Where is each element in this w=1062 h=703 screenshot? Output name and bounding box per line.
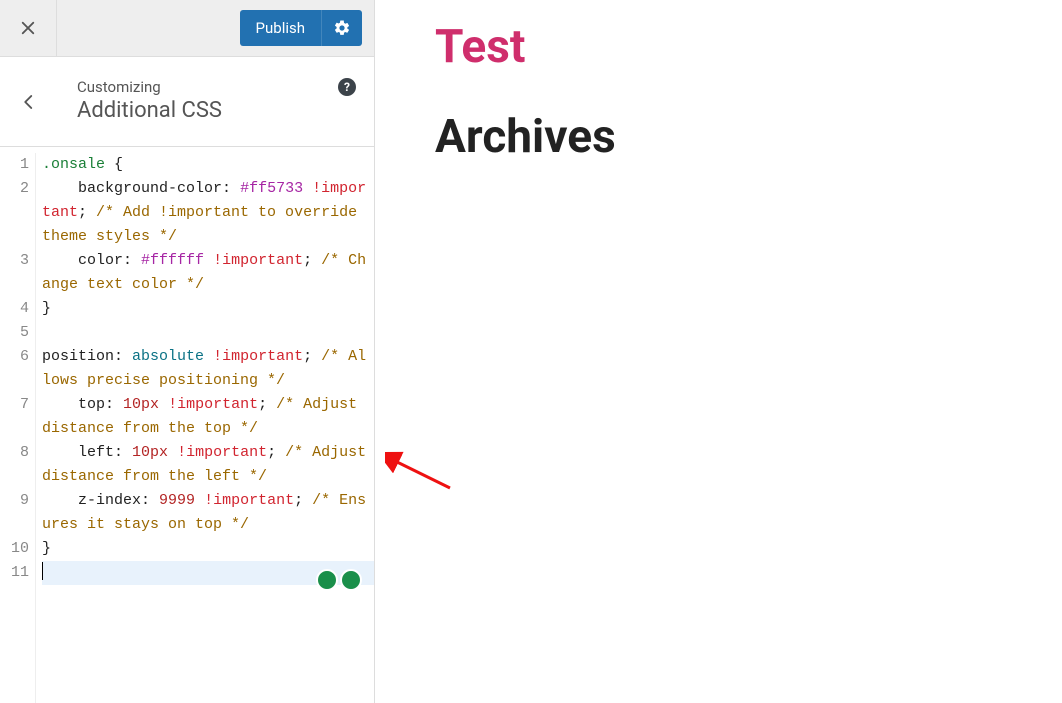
site-preview: Test Archives [375,0,1062,703]
chevron-left-icon [20,93,38,111]
back-button[interactable] [0,57,57,146]
text-cursor [42,562,43,580]
section-header-text: Customizing Additional CSS ? [57,64,374,139]
code-line[interactable]: color: #ffffff !important; /* Change tex… [42,249,374,297]
code-line[interactable]: position: absolute !important; /* Allows… [42,345,374,393]
publish-button[interactable]: Publish [240,10,322,46]
code-line[interactable]: } [42,297,374,321]
hint-badges [316,569,362,591]
section-eyebrow: Customizing [77,78,362,96]
site-title[interactable]: Test [435,20,1032,74]
code-line[interactable]: z-index: 9999 !important; /* Ensures it … [42,489,374,537]
code-line[interactable]: top: 10px !important; /* Adjust distance… [42,393,374,441]
customizer-topbar: Publish [0,0,374,57]
section-title: Additional CSS [77,98,362,123]
publish-settings-button[interactable] [322,10,362,46]
code-line[interactable]: left: 10px !important; /* Adjust distanc… [42,441,374,489]
css-editor[interactable]: 12..3.456.7.8.9.1011 .onsale { backgroun… [0,147,374,703]
code-area[interactable]: .onsale { background-color: #ff5733 !imp… [36,153,374,703]
customizer-sidebar: Publish Customizing Additional CSS ? 12.… [0,0,375,703]
code-line[interactable] [42,321,374,345]
section-header: Customizing Additional CSS ? [0,57,374,147]
code-line[interactable]: .onsale { [42,153,374,177]
line-gutter: 12..3.456.7.8.9.1011 [0,153,36,703]
hint-badge-icon [340,569,362,591]
hint-badge-icon [316,569,338,591]
code-line[interactable]: } [42,537,374,561]
page-heading: Archives [435,110,1032,164]
code-line[interactable]: background-color: #ff5733 !important; /*… [42,177,374,249]
help-button[interactable]: ? [338,78,356,96]
close-button[interactable] [0,0,57,57]
close-icon [19,19,37,37]
gear-icon [333,19,351,37]
publish-button-group: Publish [240,10,362,46]
